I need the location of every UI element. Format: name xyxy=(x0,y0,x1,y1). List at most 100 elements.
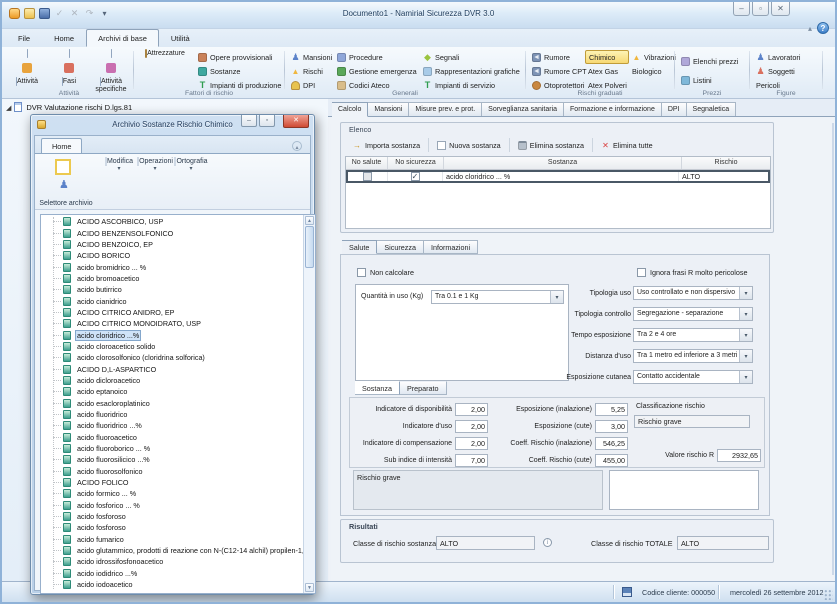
substance-item[interactable]: acido cianidrico xyxy=(41,295,303,306)
ribbon-item[interactable]: Gestione emergenza xyxy=(334,64,420,78)
substance-item[interactable]: acido iodoacetico xyxy=(41,579,303,590)
main-tab[interactable]: Segnaletica xyxy=(687,102,737,117)
indicator-field[interactable]: 2,00 xyxy=(455,437,488,450)
ribbon-item[interactable]: Procedure xyxy=(334,50,420,64)
help-icon[interactable]: ? xyxy=(817,22,829,34)
dialog-toolbar-button[interactable]: Ortografia ▾ xyxy=(173,158,209,172)
main-tab[interactable]: Sorveglianza sanitaria xyxy=(482,102,564,117)
subtab[interactable]: Sostanza xyxy=(355,381,400,395)
ribbon-tab[interactable]: File xyxy=(6,29,42,47)
dialog-toolbar-button[interactable]: Modifica ▾ xyxy=(101,158,137,172)
ribbon-item[interactable]: Soggetti xyxy=(753,64,803,78)
resize-grip[interactable] xyxy=(823,590,833,600)
non-calcolare-checkbox[interactable] xyxy=(357,268,366,277)
app-icon[interactable] xyxy=(9,8,20,19)
toolbar-button[interactable]: Elimina tutte xyxy=(593,138,661,152)
substance-item[interactable]: acido bromidrico ... % xyxy=(41,261,303,272)
substance-item[interactable]: acido glutammico, prodotti di reazione c… xyxy=(41,545,303,556)
indicator-field[interactable]: 2,00 xyxy=(455,420,488,433)
substance-item[interactable]: ACIDO BENZOICO, EP xyxy=(41,239,303,250)
substance-item[interactable]: acido cloridrico ...% xyxy=(41,329,303,340)
column-header[interactable]: Sostanza xyxy=(444,157,682,169)
ribbon-item[interactable]: Sostanze xyxy=(195,64,284,78)
quantita-combobox[interactable]: Tra 0.1 e 1 Kg xyxy=(431,290,564,304)
combobox[interactable]: Uso controllato e non dispersivo xyxy=(633,286,753,300)
substance-item[interactable]: acido fluorosilicico ...% xyxy=(41,454,303,465)
indicator-field[interactable]: 546,25 xyxy=(595,437,628,450)
redo-icon[interactable] xyxy=(84,8,95,19)
substance-item[interactable]: ACIDO BORICO xyxy=(41,250,303,261)
substance-item[interactable]: acido eptanoico xyxy=(41,386,303,397)
list-scrollbar[interactable]: ▲ ▼ xyxy=(303,215,315,593)
ribbon-item[interactable]: Listini xyxy=(678,71,741,90)
substance-item[interactable]: acido fluoroborico ... % xyxy=(41,443,303,454)
substance-item[interactable]: acido fluorosolfonico xyxy=(41,466,303,477)
ribbon-item[interactable]: Elenchi prezzi xyxy=(678,52,741,71)
dialog-toolbar-button[interactable]: Operazioni ▾ xyxy=(137,158,173,172)
ignora-frasi-checkbox[interactable] xyxy=(637,268,646,277)
dialog-close-button[interactable]: ✕ xyxy=(283,115,309,128)
indicator-field[interactable]: 455,00 xyxy=(595,454,628,467)
save-icon[interactable] xyxy=(39,8,50,19)
substance-item[interactable]: acido fluoridrico ...% xyxy=(41,420,303,431)
substance-item[interactable]: acido butirrico xyxy=(41,284,303,295)
chevron-down-icon[interactable] xyxy=(550,291,563,303)
ribbon-tab[interactable]: Utilità xyxy=(159,29,202,47)
minimize-button[interactable]: – xyxy=(733,2,750,16)
indicator-field[interactable]: 3,00 xyxy=(595,420,628,433)
main-tab[interactable]: Mansioni xyxy=(368,102,409,117)
scroll-down-icon[interactable]: ▼ xyxy=(305,583,314,592)
collapse-ribbon-icon[interactable] xyxy=(292,141,302,151)
ribbon-big-button[interactable]: Attrezzature xyxy=(137,50,193,58)
substance-item[interactable]: acido fosforoso xyxy=(41,511,303,522)
main-tab[interactable]: Misure prev. e prot. xyxy=(409,102,482,117)
substance-item[interactable]: acido fluoridrico xyxy=(41,409,303,420)
dialog-minimize-button[interactable]: – xyxy=(241,115,257,127)
substance-item[interactable]: ACIDO BENZENSOLFONICO xyxy=(41,227,303,238)
ribbon-tab[interactable]: Archivi di base xyxy=(86,29,159,47)
chevron-down-icon[interactable] xyxy=(739,329,752,341)
main-tab[interactable]: Calcolo xyxy=(332,102,368,117)
tree-item-dvr[interactable]: DVR Valutazione rischi D.lgs.81 xyxy=(6,102,132,112)
ribbon-tab[interactable]: Home xyxy=(42,29,86,47)
ribbon-item[interactable]: Mansioni xyxy=(288,50,332,64)
column-header[interactable]: No sicurezza xyxy=(388,157,444,169)
substance-item[interactable]: acido fumarico xyxy=(41,534,303,545)
column-header[interactable]: No salute xyxy=(346,157,388,169)
chevron-down-icon[interactable] xyxy=(739,350,752,362)
toolbar-button[interactable]: Elimina sostanza xyxy=(510,138,593,152)
ribbon-item[interactable]: Biologico xyxy=(629,64,673,78)
combobox[interactable]: Tra 2 e 4 ore xyxy=(633,328,753,342)
detail-tab[interactable]: Sicurezza xyxy=(377,240,424,254)
main-tab[interactable]: DPI xyxy=(662,102,687,117)
ribbon-big-button[interactable]: Fasi xyxy=(48,50,90,94)
substance-item[interactable]: ACIDO CITRICO ANIDRO, EP xyxy=(41,307,303,318)
valore-rischio-field[interactable]: 2932,65 xyxy=(717,449,761,462)
ribbon-item[interactable]: Rischi xyxy=(288,64,332,78)
tree-expander-icon[interactable] xyxy=(6,103,14,112)
ribbon-big-button[interactable]: Attività xyxy=(6,50,48,94)
substance-item[interactable]: acido formico ... % xyxy=(41,488,303,499)
toolbar-button[interactable]: Nuova sostanza xyxy=(429,138,510,152)
substance-item[interactable]: ACIDO FOLICO xyxy=(41,477,303,488)
indicator-field[interactable]: 5,25 xyxy=(595,403,628,416)
detail-tab[interactable]: Salute xyxy=(342,240,377,254)
ribbon-item[interactable]: Rumore xyxy=(529,50,585,64)
no-salute-checkbox[interactable] xyxy=(363,172,372,181)
no-sicurezza-checkbox[interactable] xyxy=(411,172,420,181)
dialog-maximize-button[interactable]: ▫ xyxy=(259,115,275,127)
open-icon[interactable] xyxy=(24,8,35,19)
subtab[interactable]: Preparato xyxy=(400,381,447,395)
risk-note-box[interactable]: Rischio grave xyxy=(353,470,603,510)
chevron-down-icon[interactable] xyxy=(739,308,752,320)
indicator-field[interactable]: 2,00 xyxy=(455,403,488,416)
substance-item[interactable]: acido clorosolfonico (cloridrina solfori… xyxy=(41,352,303,363)
archive-selector-button[interactable]: Selettore archivio xyxy=(35,154,97,209)
substance-item[interactable]: acido fosforoso xyxy=(41,522,303,533)
confirm-icon[interactable] xyxy=(54,8,65,19)
chevron-down-icon[interactable] xyxy=(739,371,752,383)
substance-item[interactable]: acido bromoacetico xyxy=(41,273,303,284)
combobox[interactable]: Segregazione - separazione xyxy=(633,307,753,321)
ribbon-item[interactable]: Rumore CPT xyxy=(529,64,585,78)
info-icon[interactable]: i xyxy=(543,538,552,547)
